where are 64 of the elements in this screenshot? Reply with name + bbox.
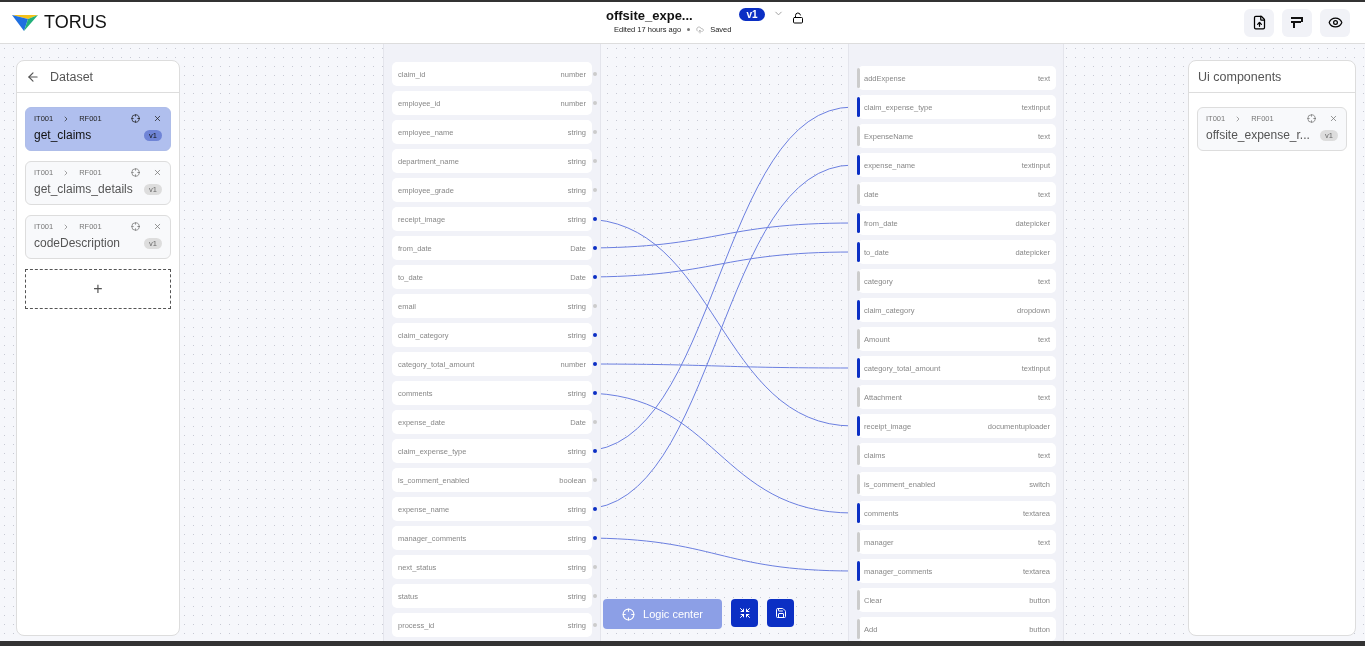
port-bar[interactable] xyxy=(857,358,860,378)
panel-title: Dataset xyxy=(50,69,94,84)
panel-title: Ui components xyxy=(1198,69,1282,84)
target-icon[interactable] xyxy=(131,168,140,177)
port-bar[interactable] xyxy=(857,155,860,175)
port-dot[interactable] xyxy=(593,246,597,250)
port-bar[interactable] xyxy=(857,503,860,523)
close-icon[interactable] xyxy=(153,168,162,177)
back-icon[interactable] xyxy=(26,69,40,84)
status-dot xyxy=(687,28,691,31)
close-icon[interactable] xyxy=(1329,114,1338,123)
port-dot[interactable] xyxy=(593,420,597,424)
dataset-name: get_claims_details xyxy=(34,182,133,196)
port-dot[interactable] xyxy=(593,275,597,279)
preview-button[interactable] xyxy=(1320,8,1350,37)
port-bar[interactable] xyxy=(857,242,860,262)
version-badge: v1 xyxy=(739,8,765,21)
port-dot[interactable] xyxy=(593,594,597,598)
dataset-name: offsite_expense_r... xyxy=(1206,128,1310,142)
port-dot[interactable] xyxy=(593,304,597,308)
cloud-icon xyxy=(696,25,705,34)
port-dot[interactable] xyxy=(593,188,597,192)
port-dot[interactable] xyxy=(593,507,597,511)
upload-button[interactable] xyxy=(1244,8,1274,37)
port-dot[interactable] xyxy=(593,130,597,134)
close-icon[interactable] xyxy=(153,114,162,123)
port-dot[interactable] xyxy=(593,623,597,627)
port-dot[interactable] xyxy=(593,565,597,569)
logo-icon xyxy=(12,13,38,32)
port-dot[interactable] xyxy=(593,478,597,482)
brand-name: TORUS xyxy=(44,12,107,33)
save-icon xyxy=(774,607,787,619)
port-bar[interactable] xyxy=(857,561,860,581)
eye-icon xyxy=(1327,15,1343,30)
port-bar[interactable] xyxy=(857,416,860,436)
lock-icon[interactable] xyxy=(791,12,804,24)
port-dot[interactable] xyxy=(593,536,597,540)
port-dot[interactable] xyxy=(593,159,597,163)
port-dot[interactable] xyxy=(593,449,597,453)
document-title: offsite_expe... xyxy=(606,8,693,23)
dataset-name: codeDescription xyxy=(34,236,121,250)
flow-icon xyxy=(1289,16,1305,29)
file-upload-icon xyxy=(1251,15,1267,30)
port-dot[interactable] xyxy=(593,72,597,76)
target-icon[interactable] xyxy=(131,114,140,123)
target-icon[interactable] xyxy=(1307,114,1316,123)
logic-center-button[interactable]: Logic center xyxy=(603,599,722,629)
port-dot[interactable] xyxy=(593,101,597,105)
add-button[interactable]: + xyxy=(25,269,171,309)
port-dot[interactable] xyxy=(593,333,597,337)
port-dot[interactable] xyxy=(593,217,597,221)
port-bar[interactable] xyxy=(857,300,860,320)
port-bar[interactable] xyxy=(857,97,860,117)
fit-view-button[interactable] xyxy=(731,599,758,627)
target-icon[interactable] xyxy=(131,222,140,231)
flow-button[interactable] xyxy=(1282,8,1312,37)
save-button[interactable] xyxy=(767,599,794,627)
target-icon xyxy=(622,607,636,621)
port-bar[interactable] xyxy=(857,213,860,233)
dataset-name: get_claims xyxy=(34,128,92,142)
close-icon[interactable] xyxy=(153,222,162,231)
port-dot[interactable] xyxy=(593,391,597,395)
shrink-icon xyxy=(738,607,751,619)
port-dot[interactable] xyxy=(593,362,597,366)
